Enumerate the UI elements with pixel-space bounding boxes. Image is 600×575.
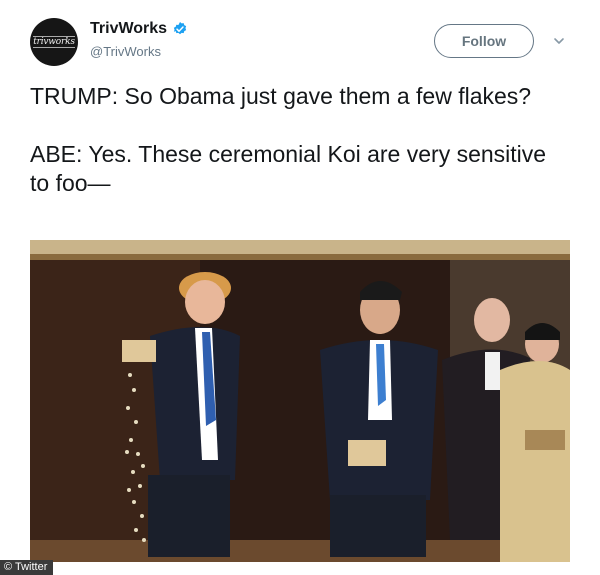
tweet-text-line: ABE: Yes. These ceremonial Koi are very … [30,141,547,196]
avatar-logo-text: trivworks [33,36,75,48]
follow-button[interactable]: Follow [434,24,534,58]
user-handle[interactable]: @TrivWorks [90,44,161,59]
twitter-watermark: © Twitter [0,560,54,575]
chevron-down-icon[interactable] [552,34,566,48]
tweet-photo[interactable] [30,240,570,562]
name-row: TrivWorks [90,20,188,38]
tweet-text: TRUMP: So Obama just gave them a few fla… [30,82,570,198]
verified-badge-icon [173,22,187,35]
display-name[interactable]: TrivWorks [90,20,167,38]
avatar[interactable]: trivworks [30,18,78,66]
tweet-text-line: TRUMP: So Obama just gave them a few fla… [30,83,532,109]
tweet-card: trivworks TrivWorks @TrivWorks Follow TR… [0,0,600,575]
